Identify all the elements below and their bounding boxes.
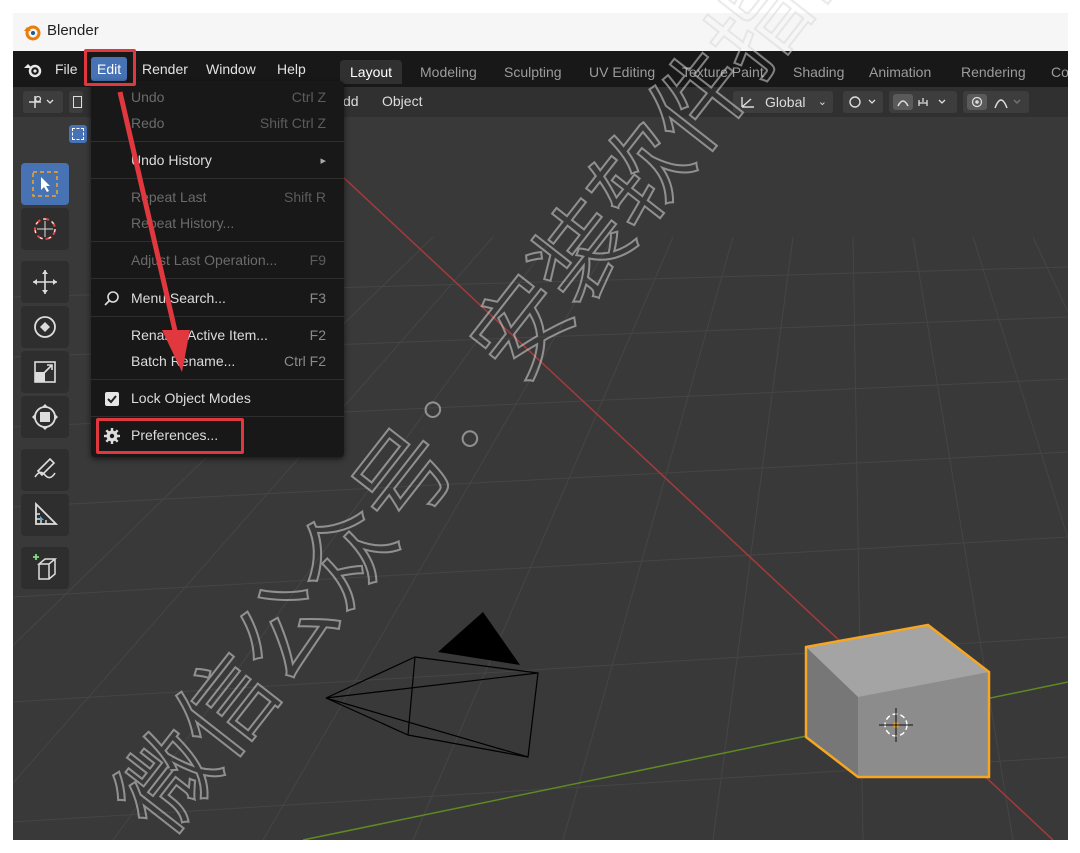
orientation-axis-icon [741, 97, 754, 108]
search-icon [104, 291, 119, 306]
menu-separator [91, 141, 344, 142]
edit-highlight-box [84, 49, 136, 86]
menu-item-repeat-last[interactable]: Repeat Last Shift R [91, 185, 344, 211]
mode-selector-button[interactable] [69, 91, 83, 113]
annotate-tool[interactable] [21, 449, 69, 491]
lock-object-modes-label: Lock Object Modes [131, 390, 251, 406]
orientation-label: Global [765, 94, 806, 110]
rename-active-label: Rename Active Item... [131, 327, 268, 343]
repeat-last-label: Repeat Last [131, 189, 207, 205]
menu-separator [91, 379, 344, 380]
tab-layout[interactable]: Layout [340, 60, 403, 84]
batch-rename-shortcut: Ctrl F2 [284, 353, 326, 369]
rename-active-shortcut: F2 [309, 327, 326, 343]
transform-orientation-dropdown[interactable]: Global ⌄ [733, 91, 833, 113]
select-tool[interactable] [21, 163, 69, 205]
transform-tool[interactable] [21, 396, 69, 438]
cube-object [804, 623, 991, 779]
scale-tool[interactable] [21, 351, 69, 393]
tab-sculpting[interactable]: Sculpting [494, 60, 572, 84]
menu-item-repeat-history[interactable]: Repeat History... [91, 211, 344, 237]
repeat-history-label: Repeat History... [131, 215, 235, 231]
camera-object [325, 612, 539, 758]
scale-icon [34, 361, 56, 383]
rotate-icon [34, 316, 56, 338]
pivot-point-dropdown[interactable] [843, 91, 883, 113]
snap-controls[interactable] [889, 91, 957, 113]
tab-modeling[interactable]: Modeling [410, 60, 487, 84]
adjust-last-shortcut: F9 [309, 252, 326, 268]
batch-rename-label: Batch Rename... [131, 353, 236, 369]
move-tool[interactable] [21, 261, 69, 303]
tab-compositing[interactable]: Co [1041, 60, 1068, 84]
undo-label: Undo [131, 89, 165, 105]
measure-tool[interactable] [21, 494, 69, 536]
menu-item-redo[interactable]: Redo Shift Ctrl Z [91, 111, 344, 137]
measure-ruler-icon [35, 501, 59, 525]
move-arrows-icon [33, 270, 57, 294]
pivot-icon [849, 96, 876, 108]
menu-separator [91, 178, 344, 179]
select-cursor-icon [32, 171, 58, 197]
chevron-down-icon: ⌄ [817, 96, 827, 108]
preferences-highlight-box [96, 418, 244, 454]
menu-window[interactable]: Window [200, 57, 262, 81]
blender-logo-icon [24, 25, 41, 41]
repeat-last-shortcut: Shift R [283, 189, 326, 205]
proportional-editing-icon [967, 94, 1021, 110]
select-box-button[interactable] [69, 125, 87, 143]
menu-item-adjust-last[interactable]: Adjust Last Operation... F9 [91, 248, 344, 274]
tab-shading[interactable]: Shading [783, 60, 854, 84]
menu-item-undo[interactable]: Undo Ctrl Z [91, 85, 344, 111]
menu-item-lock-object-modes[interactable]: Lock Object Modes [91, 386, 344, 412]
transform-icon [32, 404, 58, 430]
tab-uv-editing[interactable]: UV Editing [579, 60, 665, 84]
menu-search-shortcut: F3 [309, 290, 326, 306]
menu-separator [91, 278, 344, 279]
3d-cursor-icon [34, 218, 56, 240]
snap-magnet-icon [893, 94, 946, 110]
tab-texture-paint[interactable]: Texture Paint [672, 60, 774, 84]
annotate-pencil-icon [34, 457, 56, 479]
cube-icon [73, 96, 82, 108]
menu-separator [91, 241, 344, 242]
menu-item-rename-active[interactable]: Rename Active Item... F2 [91, 323, 344, 349]
undo-shortcut: Ctrl Z [291, 89, 326, 105]
edit-menu-dropdown: Undo Ctrl Z Redo Shift Ctrl Z Undo Histo… [91, 81, 344, 457]
window-title: Blender [47, 22, 99, 39]
select-box-icon [72, 128, 84, 140]
menu-file[interactable]: File [49, 57, 84, 81]
proportional-editing-controls[interactable] [963, 91, 1029, 113]
cursor-tool[interactable] [21, 208, 69, 250]
add-cube-tool[interactable] [21, 547, 69, 589]
blender-menu-icon[interactable] [23, 61, 43, 79]
add-cube-icon [33, 554, 58, 580]
add-menu[interactable]: dd [343, 93, 359, 109]
menu-separator [91, 416, 344, 417]
menu-render[interactable]: Render [136, 57, 194, 81]
undo-history-label: Undo History [131, 152, 212, 168]
checkbox-icon[interactable] [105, 392, 119, 406]
menu-item-undo-history[interactable]: Undo History ▸ [91, 148, 344, 174]
editor-type-icon [29, 95, 54, 108]
editor-type-button[interactable] [23, 91, 63, 113]
object-menu[interactable]: Object [382, 93, 422, 109]
menu-item-batch-rename[interactable]: Batch Rename... Ctrl F2 [91, 349, 344, 375]
title-bar: Blender [13, 13, 1068, 51]
tab-rendering[interactable]: Rendering [951, 60, 1036, 84]
rotate-tool[interactable] [21, 306, 69, 348]
tab-animation[interactable]: Animation [859, 60, 941, 84]
menu-search-label: Menu Search... [131, 290, 226, 306]
submenu-arrow-icon: ▸ [320, 155, 326, 167]
menu-item-menu-search[interactable]: Menu Search... F3 [91, 286, 344, 312]
adjust-last-label: Adjust Last Operation... [131, 252, 278, 268]
redo-shortcut: Shift Ctrl Z [259, 115, 326, 131]
menu-separator [91, 316, 344, 317]
redo-label: Redo [131, 115, 165, 131]
menu-help[interactable]: Help [271, 57, 312, 81]
